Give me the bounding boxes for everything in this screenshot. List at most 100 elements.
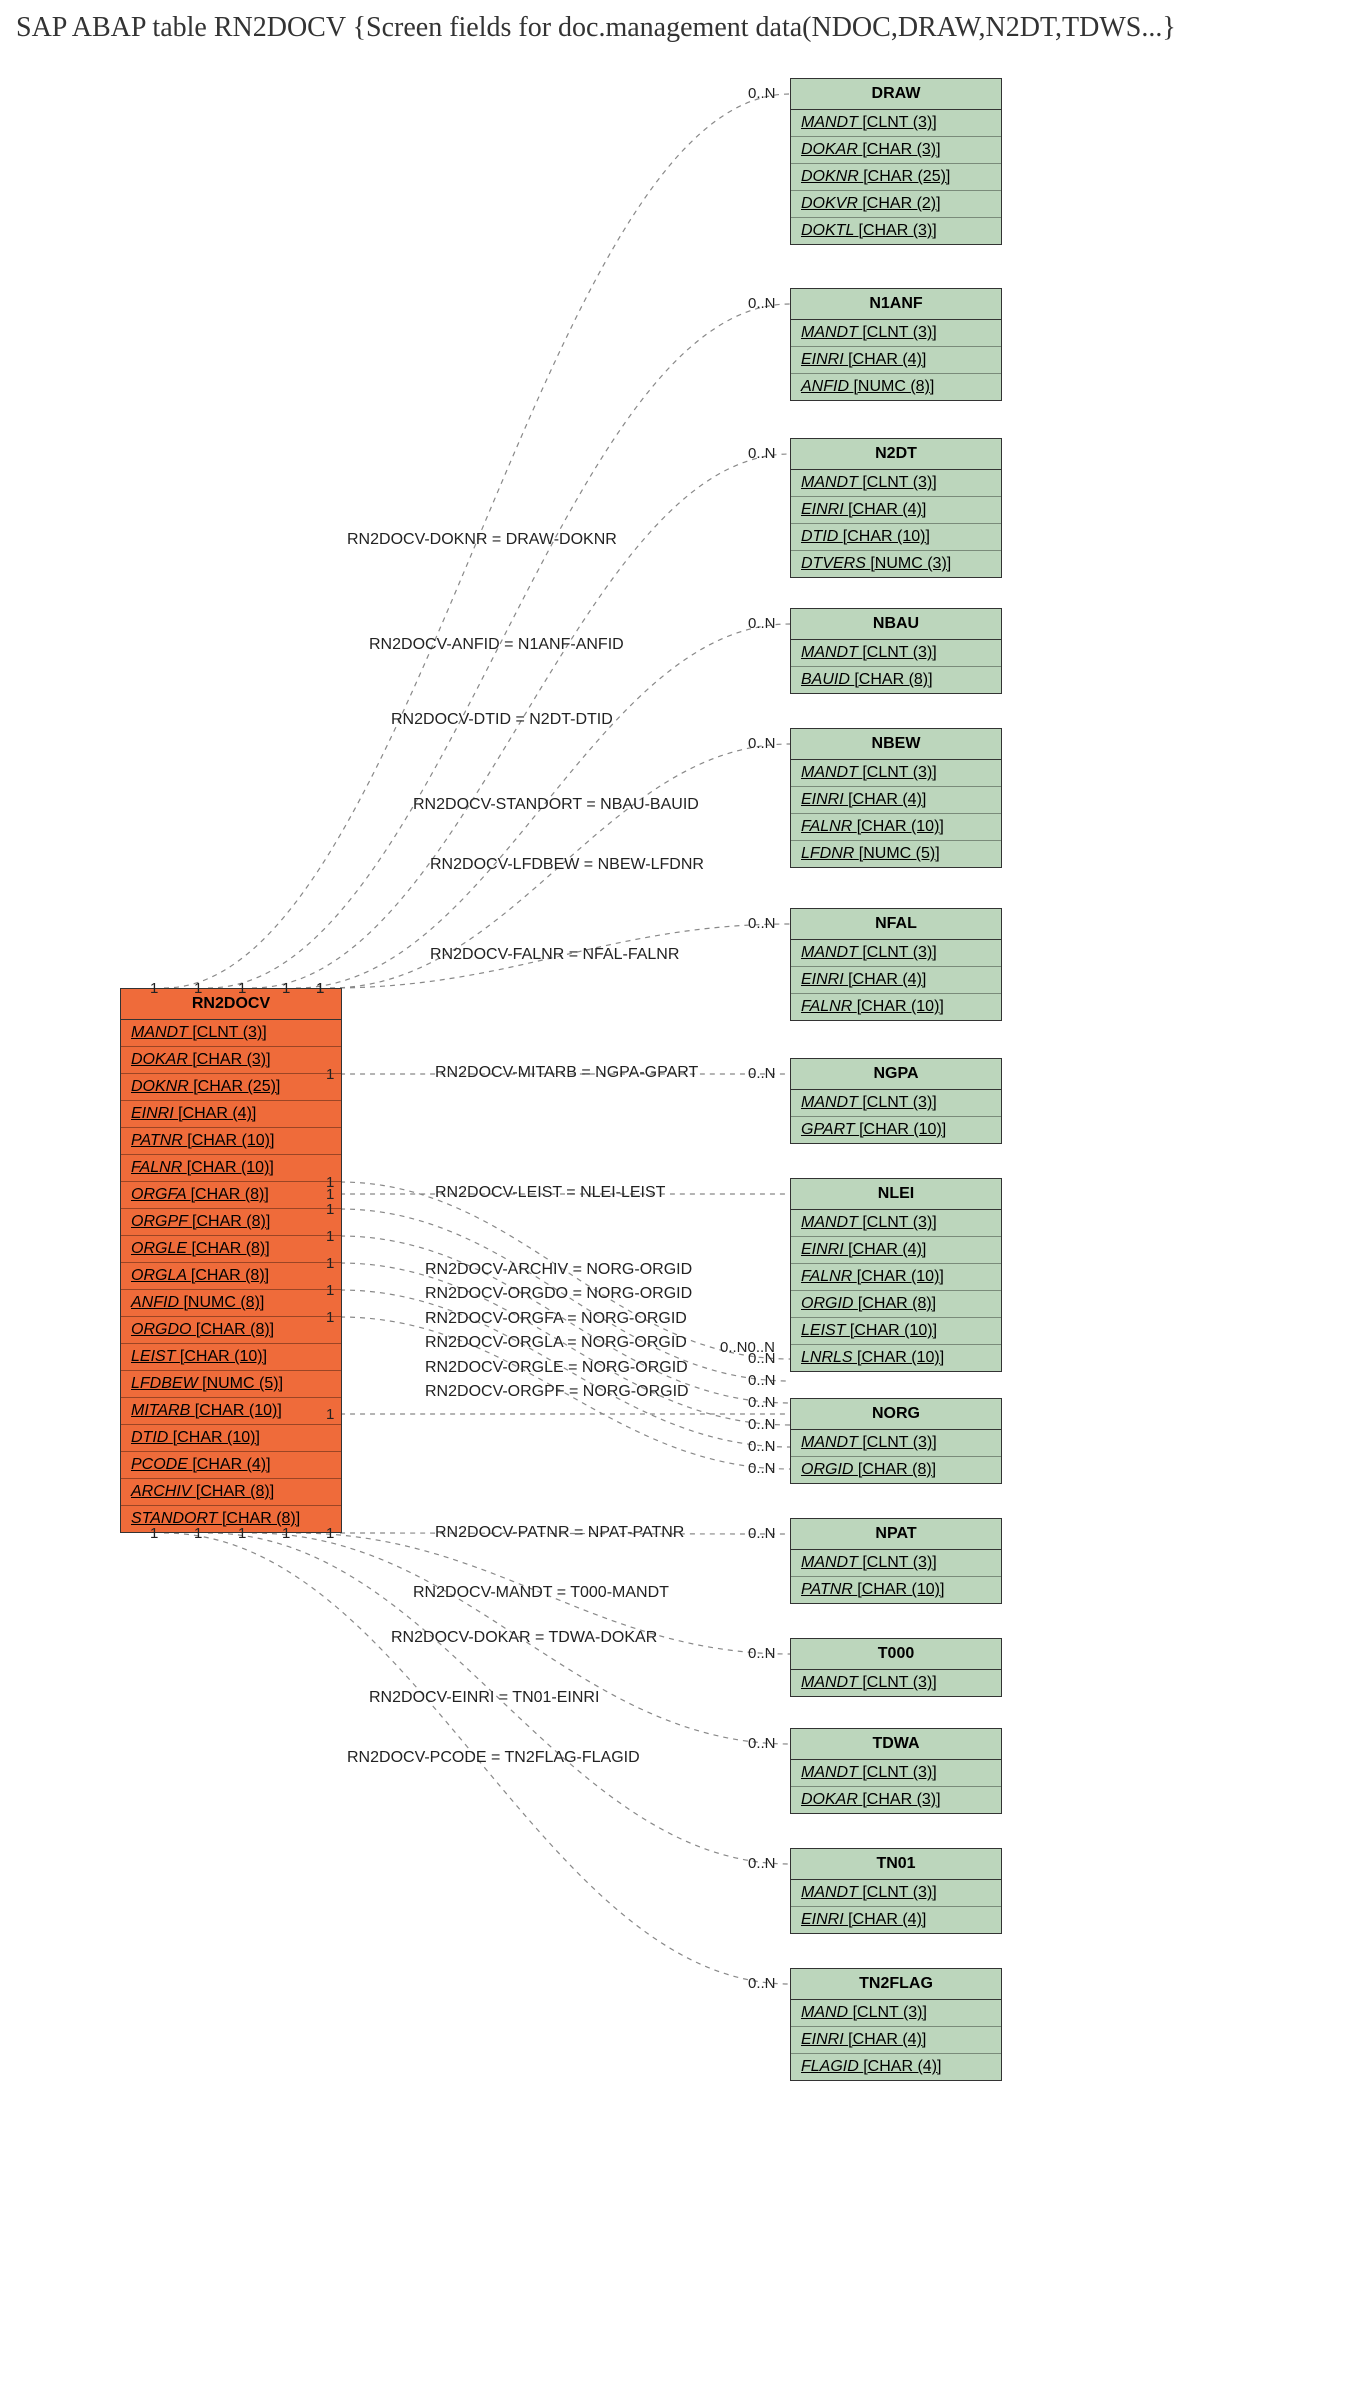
entity-n1anf: N1ANFMANDT [CLNT (3)]EINRI [CHAR (4)]ANF… xyxy=(790,288,1002,401)
entity-header: NBEW xyxy=(791,729,1001,760)
cardinality-label: 0..N xyxy=(748,1460,776,1477)
edge-label: RN2DOCV-LFDBEW = NBEW-LFDNR xyxy=(430,856,704,874)
entity-field: GPART [CHAR (10)] xyxy=(791,1117,1001,1143)
entity-header: TDWA xyxy=(791,1729,1001,1760)
entity-field: EINRI [CHAR (4)] xyxy=(791,967,1001,994)
cardinality-label: 1 xyxy=(282,1525,290,1542)
entity-field: DOKNR [CHAR (25)] xyxy=(121,1074,341,1101)
entity-field: EINRI [CHAR (4)] xyxy=(791,347,1001,374)
cardinality-label: 1 xyxy=(326,1525,334,1542)
entity-field: FLAGID [CHAR (4)] xyxy=(791,2054,1001,2080)
entity-field: DTID [CHAR (10)] xyxy=(791,524,1001,551)
cardinality-label: 0..N xyxy=(748,1065,776,1082)
entity-field: LFDBEW [NUMC (5)] xyxy=(121,1371,341,1398)
entity-header: NFAL xyxy=(791,909,1001,940)
entity-field: ORGID [CHAR (8)] xyxy=(791,1291,1001,1318)
cardinality-label: 1 xyxy=(326,1201,334,1218)
edge-label: RN2DOCV-DOKNR = DRAW-DOKNR xyxy=(347,531,617,549)
edge-label: RN2DOCV-ORGLE = NORG-ORGID xyxy=(425,1359,688,1377)
edge-label: RN2DOCV-FALNR = NFAL-FALNR xyxy=(430,946,679,964)
edge-label: RN2DOCV-ORGFA = NORG-ORGID xyxy=(425,1310,687,1328)
edge-label: RN2DOCV-DOKAR = TDWA-DOKAR xyxy=(391,1629,657,1647)
entity-field: LEIST [CHAR (10)] xyxy=(791,1318,1001,1345)
entity-ngpa: NGPAMANDT [CLNT (3)]GPART [CHAR (10)] xyxy=(790,1058,1002,1144)
edge-label: RN2DOCV-MITARB = NGPA-GPART xyxy=(435,1064,698,1082)
entity-field: ORGLE [CHAR (8)] xyxy=(121,1236,341,1263)
entity-norg: NORGMANDT [CLNT (3)]ORGID [CHAR (8)] xyxy=(790,1398,1002,1484)
entity-field: EINRI [CHAR (4)] xyxy=(791,2027,1001,2054)
edge-label: RN2DOCV-MANDT = T000-MANDT xyxy=(413,1584,669,1602)
cardinality-label: 0..N xyxy=(748,85,776,102)
cardinality-label: 1 xyxy=(326,1282,334,1299)
cardinality-label: 1 xyxy=(326,1066,334,1083)
entity-field: DOKTL [CHAR (3)] xyxy=(791,218,1001,244)
entity-field: MANDT [CLNT (3)] xyxy=(791,1880,1001,1907)
entity-field: MAND [CLNT (3)] xyxy=(791,2000,1001,2027)
cardinality-label: 1 xyxy=(282,980,290,997)
entity-field: DOKAR [CHAR (3)] xyxy=(791,1787,1001,1813)
entity-field: MANDT [CLNT (3)] xyxy=(791,470,1001,497)
entity-field: MANDT [CLNT (3)] xyxy=(791,320,1001,347)
entity-field: DTID [CHAR (10)] xyxy=(121,1425,341,1452)
diagram-canvas: RN2DOCVMANDT [CLNT (3)]DOKAR [CHAR (3)]D… xyxy=(0,48,1356,2408)
cardinality-label: 0..N xyxy=(748,1372,776,1389)
entity-header: TN2FLAG xyxy=(791,1969,1001,2000)
entity-npat: NPATMANDT [CLNT (3)]PATNR [CHAR (10)] xyxy=(790,1518,1002,1604)
cardinality-label: 0..N xyxy=(748,445,776,462)
entity-field: LFDNR [NUMC (5)] xyxy=(791,841,1001,867)
entity-field: FALNR [CHAR (10)] xyxy=(791,994,1001,1020)
edge-label: RN2DOCV-ORGDO = NORG-ORGID xyxy=(425,1285,692,1303)
entity-field: EINRI [CHAR (4)] xyxy=(791,787,1001,814)
cardinality-label: 1 xyxy=(194,980,202,997)
edge-label: RN2DOCV-EINRI = TN01-EINRI xyxy=(369,1689,599,1707)
entity-field: MANDT [CLNT (3)] xyxy=(791,1760,1001,1787)
entity-field: BAUID [CHAR (8)] xyxy=(791,667,1001,693)
entity-field: ORGLA [CHAR (8)] xyxy=(121,1263,341,1290)
entity-field: MANDT [CLNT (3)] xyxy=(791,1090,1001,1117)
cardinality-label: 0..N xyxy=(748,1855,776,1872)
entity-nbau: NBAUMANDT [CLNT (3)]BAUID [CHAR (8)] xyxy=(790,608,1002,694)
entity-field: ORGFA [CHAR (8)] xyxy=(121,1182,341,1209)
entity-field: MANDT [CLNT (3)] xyxy=(121,1020,341,1047)
edge-label: RN2DOCV-PATNR = NPAT-PATNR xyxy=(435,1524,684,1542)
edge-label: RN2DOCV-LEIST = NLEI-LEIST xyxy=(435,1184,665,1202)
entity-field: FALNR [CHAR (10)] xyxy=(121,1155,341,1182)
cardinality-label: 1 xyxy=(326,1174,334,1191)
entity-field: LEIST [CHAR (10)] xyxy=(121,1344,341,1371)
diagram-title: SAP ABAP table RN2DOCV {Screen fields fo… xyxy=(0,0,1356,48)
cardinality-label: 1 xyxy=(238,1525,246,1542)
entity-field: LNRLS [CHAR (10)] xyxy=(791,1345,1001,1371)
cardinality-label: 0..N xyxy=(748,735,776,752)
cardinality-label: 1 xyxy=(326,1255,334,1272)
edge-label: RN2DOCV-ORGLA = NORG-ORGID xyxy=(425,1334,687,1352)
cardinality-label: 1 xyxy=(326,1309,334,1326)
entity-field: DOKVR [CHAR (2)] xyxy=(791,191,1001,218)
entity-field: DOKNR [CHAR (25)] xyxy=(791,164,1001,191)
cardinality-label: 0..N xyxy=(748,1645,776,1662)
cardinality-label: 1 xyxy=(150,1525,158,1542)
entity-field: ANFID [NUMC (8)] xyxy=(791,374,1001,400)
cardinality-label: 0..N xyxy=(748,1525,776,1542)
entity-draw: DRAWMANDT [CLNT (3)]DOKAR [CHAR (3)]DOKN… xyxy=(790,78,1002,245)
entity-nbew: NBEWMANDT [CLNT (3)]EINRI [CHAR (4)]FALN… xyxy=(790,728,1002,868)
entity-header: NPAT xyxy=(791,1519,1001,1550)
edge-label: RN2DOCV-DTID = N2DT-DTID xyxy=(391,711,613,729)
edge-label: RN2DOCV-PCODE = TN2FLAG-FLAGID xyxy=(347,1749,640,1767)
cardinality-label: 0..N xyxy=(748,915,776,932)
entity-field: ANFID [NUMC (8)] xyxy=(121,1290,341,1317)
cardinality-label: 0..N xyxy=(748,1975,776,1992)
cardinality-label: 0..N0..N xyxy=(720,1339,775,1356)
entity-field: DOKAR [CHAR (3)] xyxy=(121,1047,341,1074)
entity-field: MITARB [CHAR (10)] xyxy=(121,1398,341,1425)
entity-field: MANDT [CLNT (3)] xyxy=(791,760,1001,787)
entity-field: MANDT [CLNT (3)] xyxy=(791,1430,1001,1457)
entity-field: DTVERS [NUMC (3)] xyxy=(791,551,1001,577)
entity-field: DOKAR [CHAR (3)] xyxy=(791,137,1001,164)
entity-header: TN01 xyxy=(791,1849,1001,1880)
entity-nlei: NLEIMANDT [CLNT (3)]EINRI [CHAR (4)]FALN… xyxy=(790,1178,1002,1372)
entity-field: FALNR [CHAR (10)] xyxy=(791,1264,1001,1291)
entity-n2dt: N2DTMANDT [CLNT (3)]EINRI [CHAR (4)]DTID… xyxy=(790,438,1002,578)
entity-tn01: TN01MANDT [CLNT (3)]EINRI [CHAR (4)] xyxy=(790,1848,1002,1934)
cardinality-label: 1 xyxy=(238,980,246,997)
entity-t000: T000MANDT [CLNT (3)] xyxy=(790,1638,1002,1697)
